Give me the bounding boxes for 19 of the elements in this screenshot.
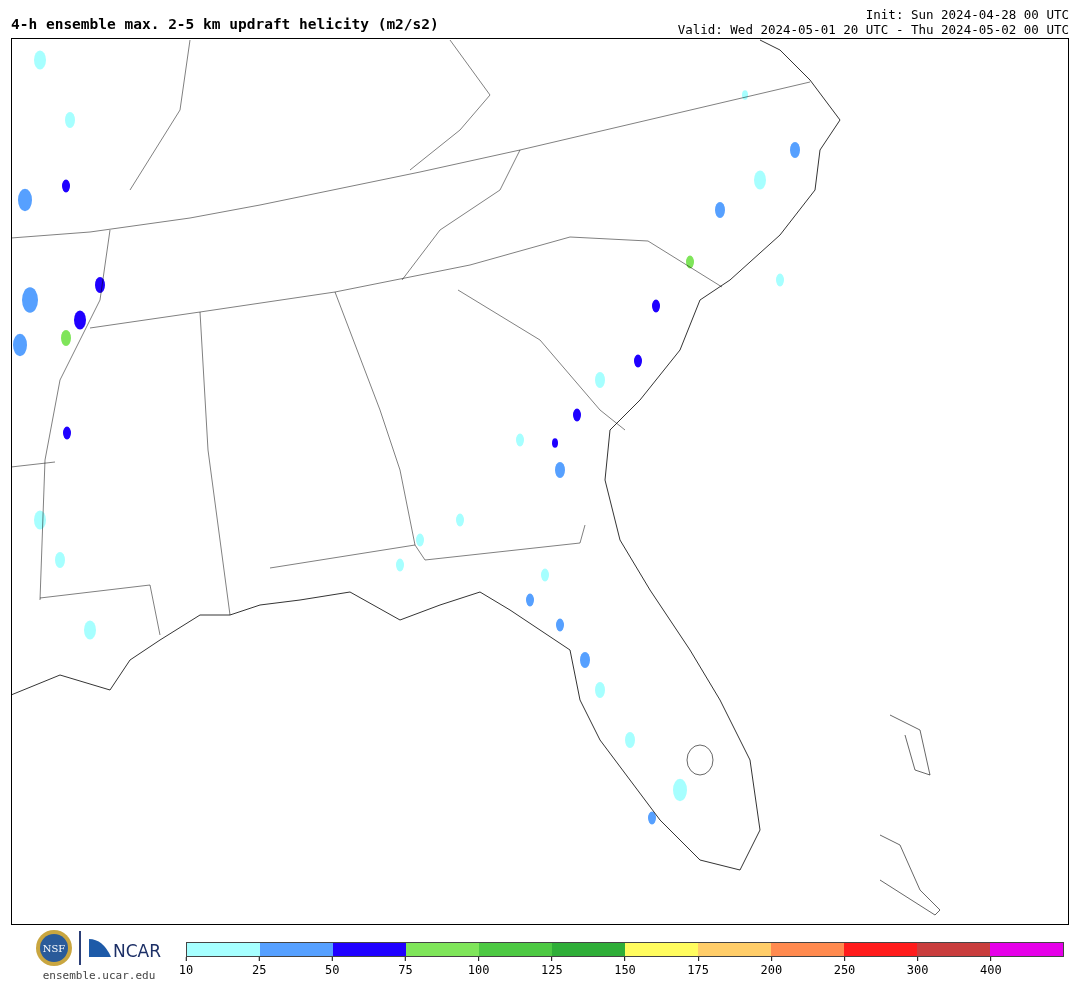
divider-line-icon (79, 931, 81, 965)
scale-label: 100 (467, 963, 490, 977)
scale-label: 300 (906, 963, 929, 977)
scale-label: 175 (687, 963, 709, 977)
chart-title: 4-h ensemble max. 2-5 km updraft helicity (m2/s2) (11, 16, 439, 34)
init-time: Init: Sun 2024-04-28 00 UTC (865, 7, 1069, 22)
scale-label: 75 (398, 963, 413, 977)
nsf-logo: NSF (35, 929, 73, 967)
scale-label: 400 (980, 963, 1002, 977)
scale-label: 25 (251, 963, 267, 977)
scale-label: 10 (178, 963, 194, 977)
scale-label: 200 (760, 963, 783, 977)
website-url: ensemble.ucar.edu (42, 969, 156, 982)
valid-time: Valid: Wed 2024-05-01 20 UTC - Thu 2024-05-02 00 UTC (677, 22, 1069, 37)
scale-label: 50 (325, 963, 340, 977)
scale-label: 250 (833, 963, 856, 977)
scale-label: 125 (541, 963, 563, 977)
scale-label: 150 (614, 963, 636, 977)
ncar-logo: NCAR (87, 937, 163, 959)
